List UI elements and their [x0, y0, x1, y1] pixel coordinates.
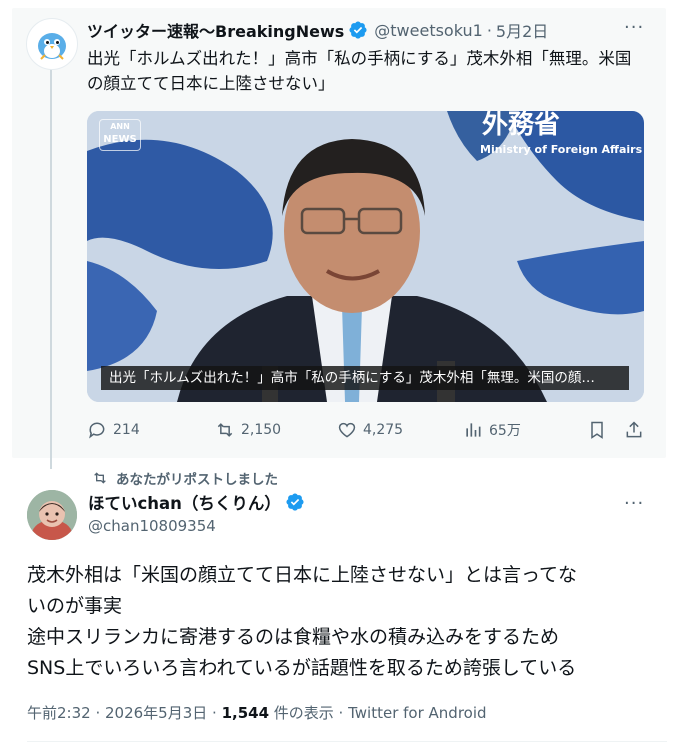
analytics-icon [466, 423, 481, 437]
reply-icon [89, 422, 105, 439]
view-count-main: 1,544 [221, 704, 270, 722]
quoted-author-handle[interactable]: @tweetsoku1 [374, 21, 483, 40]
bookmark-icon [591, 421, 603, 439]
bird-avatar[interactable] [26, 18, 78, 70]
tweet-line: いのが事実 [27, 595, 123, 617]
press-conference-image: 外務省 Ministry of Foreign Affairs of J [87, 111, 644, 402]
quoted-tweet-header: ツイッター速報〜BreakingNews @tweetsoku1 · 5月2日 [87, 17, 647, 43]
reply-button[interactable]: 214 [87, 420, 140, 440]
tweet-line: 途中スリランカに寄港するのは食糧や水の積み込みをするため [27, 626, 560, 648]
views-label: 件の表示 · [269, 704, 349, 722]
share-icon [626, 421, 642, 438]
repost-icon [217, 423, 233, 437]
divider [27, 741, 667, 742]
share-button[interactable] [624, 420, 644, 440]
avatar-image [27, 490, 77, 540]
quoted-author-name[interactable]: ツイッター速報〜BreakingNews [87, 18, 344, 42]
view-count: 65万 [489, 423, 521, 439]
main-tweet-text: 茂木外相は「米国の顔立てて日本に上陸させない」とは言ってな いのが事実 途中スリ… [27, 560, 667, 684]
more-options-icon[interactable]: ··· [624, 17, 644, 38]
logo-bottom: NEWS [103, 134, 137, 145]
quoted-date[interactable]: 5月2日 [496, 18, 548, 42]
tweet-line: 茂木外相は「米国の顔立てて日本に上陸させない」とは言ってな [27, 564, 578, 586]
more-options-icon[interactable]: ··· [624, 493, 644, 514]
dot-separator: · [486, 20, 492, 40]
client-label: Twitter for Android [348, 704, 487, 722]
main-author-row: ほていchan（ちくりん） [88, 490, 305, 514]
repost-button[interactable]: 2,150 [215, 420, 281, 440]
tweet-timestamp[interactable]: 午前2:32 · 2026年5月3日 · [27, 704, 222, 722]
repost-small-icon [94, 472, 106, 484]
sign-subtext: Ministry of Foreign Affairs of J [480, 143, 644, 156]
user-avatar[interactable] [27, 490, 77, 540]
logo-top: ANN [110, 122, 130, 131]
repost-count: 2,150 [241, 422, 282, 438]
tweet-metadata: 午前2:32 · 2026年5月3日 · 1,544 件の表示 · Twitte… [27, 702, 487, 723]
views-button[interactable]: 65万 [463, 420, 521, 440]
main-author-name[interactable]: ほていchan（ちくりん） [88, 490, 281, 514]
ann-news-logo: ANN NEWS [99, 119, 141, 151]
reply-count: 214 [113, 422, 140, 438]
verified-badge-icon [348, 20, 368, 40]
video-thumbnail[interactable]: 外務省 Ministry of Foreign Affairs of J ANN… [87, 111, 644, 402]
bookmark-button[interactable] [587, 420, 607, 440]
thread-connector [50, 64, 52, 469]
tweet-line: SNS上でいろいろ言われているが話題性を取るため誇張している [27, 657, 577, 679]
like-count: 4,275 [363, 422, 404, 438]
quoted-tweet-actions: 214 2,150 4,275 65万 [87, 420, 647, 444]
video-caption: 出光「ホルムズ出れた！」高市「私の手柄にする」茂木外相「無理。米国の顔… [101, 366, 629, 390]
sign-text: 外務省 [482, 111, 560, 140]
repost-note-text: あなたがリポストしました [116, 472, 278, 488]
like-button[interactable]: 4,275 [337, 420, 403, 440]
verified-badge-icon [285, 492, 305, 512]
main-author-handle[interactable]: @chan10809354 [88, 517, 216, 535]
bird-icon [38, 33, 66, 60]
heart-icon [338, 422, 356, 438]
repost-indicator[interactable]: あなたがリポストしました [92, 468, 278, 488]
quoted-tweet-text: 出光「ホルムズ出れた！」高市「私の手柄にする」茂木外相「無理。米国の顔立てて日本… [87, 49, 632, 93]
